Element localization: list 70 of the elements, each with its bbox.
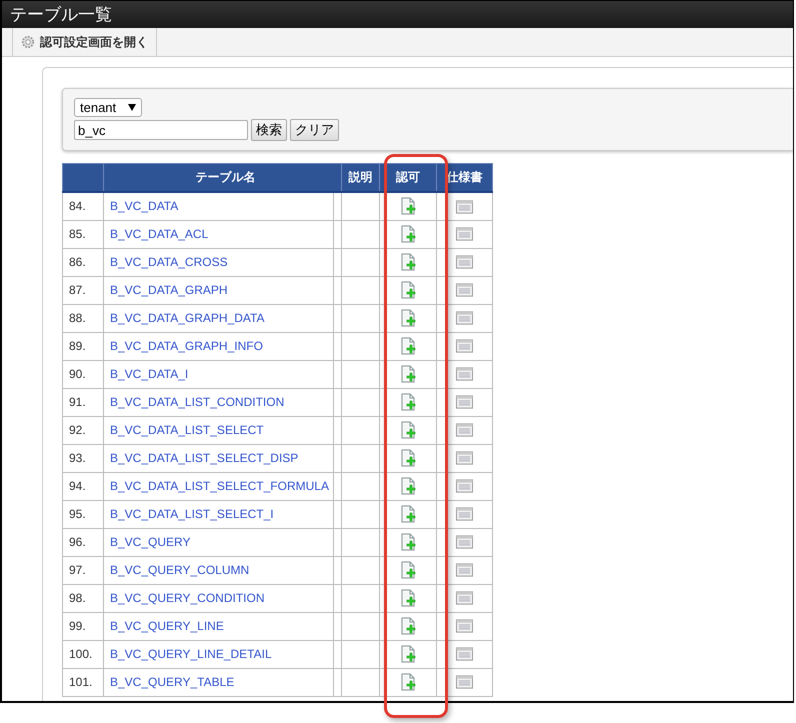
list-document-icon[interactable] (456, 200, 473, 214)
row-number: 85. (62, 220, 104, 248)
row-number: 93. (62, 444, 104, 472)
row-number: 95. (62, 500, 104, 528)
list-document-icon[interactable] (456, 227, 473, 242)
document-add-icon[interactable] (400, 365, 416, 383)
document-add-icon[interactable] (400, 197, 416, 216)
table-name-link[interactable]: B_VC_DATA_I (110, 367, 188, 381)
document-add-icon[interactable] (400, 309, 416, 327)
document-add-icon[interactable] (400, 477, 416, 495)
document-add-icon[interactable] (400, 449, 416, 467)
list-document-icon[interactable] (456, 507, 473, 522)
document-add-icon[interactable] (400, 645, 416, 663)
document-add-icon[interactable] (400, 673, 416, 691)
document-add-icon[interactable] (400, 253, 416, 271)
tenant-select[interactable]: tenant (74, 98, 142, 117)
header-cell (62, 164, 104, 192)
list-document-icon[interactable] (456, 311, 473, 326)
row-number: 92. (62, 416, 104, 444)
row-number: 94. (62, 472, 104, 500)
search-field[interactable]: b_vc (74, 120, 248, 140)
document-add-icon[interactable] (400, 337, 416, 355)
document-add-icon[interactable] (400, 505, 416, 523)
list-document-icon[interactable] (456, 451, 473, 466)
list-document-icon[interactable] (456, 367, 473, 382)
open-authorization-button[interactable]: 認可設定画面を開く (12, 28, 157, 56)
column-header: 仕様書 (436, 164, 492, 192)
search-button[interactable]: 検索 (251, 119, 287, 141)
list-document-icon[interactable] (456, 255, 473, 270)
column-header: 説明 (342, 164, 380, 192)
row-number: 98. (62, 584, 104, 612)
list-document-icon[interactable] (456, 395, 473, 410)
list-document-icon[interactable] (456, 591, 473, 606)
table-name-link[interactable]: B_VC_QUERY (110, 535, 190, 549)
row-number: 84. (62, 192, 104, 220)
document-add-icon[interactable] (400, 533, 416, 551)
column-header: 認可 (380, 164, 436, 192)
list-document-icon[interactable] (456, 535, 473, 550)
document-add-icon[interactable] (400, 225, 416, 243)
list-document-icon[interactable] (456, 283, 473, 298)
list-document-icon[interactable] (456, 647, 473, 662)
column-header: テーブル名 (104, 164, 342, 192)
gear-icon (21, 35, 35, 49)
clear-button[interactable]: クリア (290, 119, 339, 141)
document-add-icon[interactable] (400, 589, 416, 607)
dropdown-arrow-icon (128, 104, 136, 111)
table-name-link[interactable]: B_VC_DATA (110, 199, 178, 214)
row-number: 86. (62, 248, 104, 276)
document-add-icon[interactable] (400, 561, 416, 579)
list-document-icon[interactable] (456, 619, 473, 634)
document-add-icon[interactable] (400, 421, 416, 439)
list-document-icon[interactable] (456, 479, 473, 494)
row-number: 97. (62, 556, 104, 584)
window-title: テーブル一覧 (10, 4, 112, 26)
list-document-icon[interactable] (456, 423, 473, 438)
row-number: 100. (62, 640, 104, 668)
row-number: 96. (62, 528, 104, 556)
document-add-icon[interactable] (400, 281, 416, 299)
row-number: 90. (62, 360, 104, 388)
list-document-icon[interactable] (456, 563, 473, 578)
row-number: 99. (62, 612, 104, 640)
row-number: 88. (62, 304, 104, 332)
row-number: 87. (62, 276, 104, 304)
document-add-icon[interactable] (400, 617, 416, 635)
row-number: 91. (62, 388, 104, 416)
list-document-icon[interactable] (456, 675, 473, 690)
row-number: 89. (62, 332, 104, 360)
document-add-icon[interactable] (400, 393, 416, 411)
list-document-icon[interactable] (456, 339, 473, 354)
row-number: 101. (62, 668, 104, 696)
